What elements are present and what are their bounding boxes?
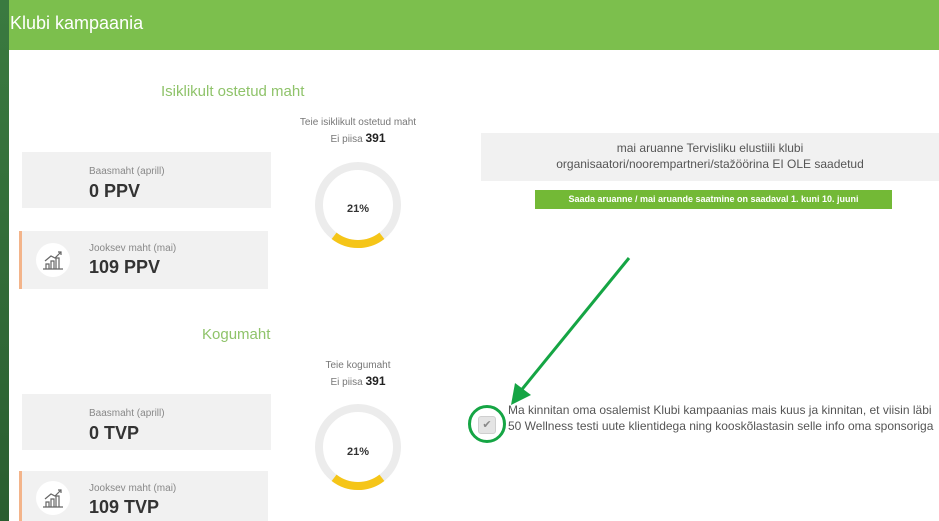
total-current-label: Jooksev maht (mai)	[89, 483, 177, 494]
page-title: Klubi kampaania	[10, 13, 144, 33]
total-base-label: Baasmaht (aprill)	[89, 408, 165, 419]
total-gauge-caption: Teie kogumaht Ei piisa 391	[268, 360, 448, 388]
personal-section-title: Isiklikult ostetud maht	[161, 83, 305, 100]
personal-current-value: 109 PPV	[89, 257, 161, 277]
campaign-panel: Isiklikult ostetud maht Baasmaht (aprill…	[9, 50, 939, 521]
total-gauge-caption-text: Teie kogumaht	[325, 360, 391, 371]
send-report-button[interactable]: Saada aruanne / mai aruande saatmine on …	[535, 190, 892, 209]
personal-base-value: 0 PPV	[89, 181, 141, 201]
personal-current-label: Jooksev maht (mai)	[89, 243, 177, 254]
arrow-annotation-icon	[511, 257, 631, 405]
personal-gauge-status: Ei piisa 391	[268, 131, 448, 145]
report-status-line1: mai aruanne Tervisliku elustiili klubi	[616, 141, 804, 155]
total-current-value: 109 TVP	[89, 497, 160, 517]
report-status-box: mai aruanne Tervisliku elustiili klubi o…	[481, 133, 939, 181]
total-gauge-status-prefix: Ei piisa	[330, 377, 363, 388]
total-section-title: Kogumaht	[202, 326, 271, 343]
growth-chart-icon	[36, 481, 70, 515]
left-edge-strip	[0, 0, 9, 521]
personal-gauge-caption: Teie isiklikult ostetud maht Ei piisa 39…	[268, 117, 448, 145]
personal-gauge-status-prefix: Ei piisa	[330, 134, 363, 145]
personal-base-label: Baasmaht (aprill)	[89, 166, 165, 177]
report-status-line2: organisaatori/noorempartneri/stažöörina …	[556, 157, 864, 171]
page-header: Klubi kampaania	[9, 0, 939, 50]
personal-gauge-percent: 21%	[346, 203, 370, 215]
personal-current-card: Jooksev maht (mai) 109 PPV	[19, 231, 268, 289]
total-base-card: Baasmaht (aprill) 0 TVP	[22, 394, 271, 450]
total-current-card: Jooksev maht (mai) 109 TVP	[19, 471, 268, 521]
personal-base-card: Baasmaht (aprill) 0 PPV	[22, 152, 271, 208]
total-gauge-percent: 21%	[346, 446, 370, 458]
total-base-value: 0 TVP	[89, 423, 140, 443]
personal-gauge-status-value: 391	[365, 131, 386, 145]
total-gauge-status-value: 391	[365, 374, 386, 388]
personal-gauge-caption-text: Teie isiklikult ostetud maht	[299, 117, 417, 128]
growth-chart-icon	[36, 243, 70, 277]
total-gauge-status: Ei piisa 391	[268, 374, 448, 388]
